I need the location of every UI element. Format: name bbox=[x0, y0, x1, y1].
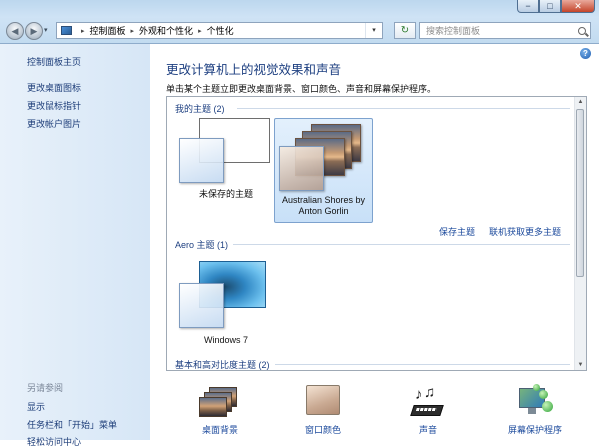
help-icon[interactable]: ? bbox=[580, 48, 591, 59]
screen-saver-icon bbox=[519, 384, 553, 420]
window-color-swatch bbox=[279, 146, 324, 191]
refresh-button[interactable]: ↻ bbox=[394, 22, 416, 39]
title-bar: − □ ✕ ◀ ▶ ▾ ▸ 控制面板 ▸ 外观和个性化 ▸ 个性化 ▾ ↻ 搜索… bbox=[0, 0, 599, 44]
window-color-swatch bbox=[179, 138, 224, 183]
screen-saver-button[interactable]: 屏幕保护程序 bbox=[500, 384, 570, 440]
minimize-button[interactable]: − bbox=[517, 0, 539, 13]
window-color-label[interactable]: 窗口颜色 bbox=[288, 423, 358, 436]
sidebar-item-mouse-pointer[interactable]: 更改鼠标指针 bbox=[27, 99, 81, 112]
screen-saver-label[interactable]: 屏幕保护程序 bbox=[500, 423, 570, 436]
vertical-scrollbar[interactable]: ▲ ▼ bbox=[574, 97, 586, 370]
back-arrow-icon: ◀ bbox=[11, 25, 19, 36]
main-content: ? 更改计算机上的视觉效果和声音 单击某个主题立即更改桌面背景、窗口颜色、声音和… bbox=[150, 44, 599, 440]
theme-australian-shores[interactable]: Australian Shores by Anton Gorlin bbox=[274, 118, 373, 223]
sounds-label[interactable]: 声音 bbox=[393, 423, 463, 436]
desktop-background-label[interactable]: 桌面背景 bbox=[185, 423, 255, 436]
recent-pages-dropdown[interactable]: ▾ bbox=[44, 26, 48, 34]
sidebar-item-taskbar[interactable]: 任务栏和「开始」菜单 bbox=[27, 418, 117, 431]
group-basic-themes: 基本和高对比度主题 (2) bbox=[175, 360, 270, 370]
forward-arrow-icon: ▶ bbox=[30, 25, 38, 36]
page-title: 更改计算机上的视觉效果和声音 bbox=[166, 63, 342, 77]
search-placeholder: 搜索控制面板 bbox=[426, 26, 481, 36]
theme-list: 我的主题 (2) 未保存的主题 Australian Shores by Ant… bbox=[166, 96, 587, 371]
get-more-themes-link[interactable]: 联机获取更多主题 bbox=[489, 225, 561, 238]
sidebar-item-account-picture[interactable]: 更改帐户图片 bbox=[27, 117, 81, 130]
task-pane: 控制面板主页 更改桌面图标 更改鼠标指针 更改帐户图片 另请参阅 显示 任务栏和… bbox=[0, 44, 150, 447]
theme-name-line2: Anton Gorlin bbox=[298, 206, 349, 216]
refresh-icon: ↻ bbox=[400, 25, 410, 36]
back-button[interactable]: ◀ bbox=[6, 22, 24, 40]
chevron-right-icon[interactable]: ▸ bbox=[81, 27, 85, 35]
sidebar-item-desktop-icons[interactable]: 更改桌面图标 bbox=[27, 81, 81, 94]
scrollbar-thumb[interactable] bbox=[576, 109, 584, 277]
window-controls: − □ ✕ bbox=[517, 0, 595, 14]
group-divider bbox=[233, 244, 570, 245]
sidebar-item-ease-of-access[interactable]: 轻松访问中心 bbox=[27, 435, 81, 448]
close-button[interactable]: ✕ bbox=[561, 0, 595, 13]
sidebar-item-display[interactable]: 显示 bbox=[27, 400, 45, 413]
theme-name: 未保存的主题 bbox=[198, 189, 253, 199]
group-my-themes: 我的主题 (2) bbox=[175, 104, 225, 114]
address-dropdown-button[interactable]: ▾ bbox=[365, 23, 382, 38]
scroll-down-arrow-icon[interactable]: ▼ bbox=[575, 360, 586, 370]
see-also-heading: 另请参阅 bbox=[27, 383, 64, 393]
sidebar-item-home[interactable]: 控制面板主页 bbox=[27, 55, 81, 68]
sounds-button[interactable]: ♪ ♫ 声音 bbox=[393, 385, 463, 440]
window-color-button[interactable]: 窗口颜色 bbox=[288, 385, 358, 440]
page-subtitle: 单击某个主题立即更改桌面背景、窗口颜色、声音和屏幕保护程序。 bbox=[166, 84, 437, 94]
group-divider bbox=[275, 364, 570, 365]
sounds-icon: ♪ ♫ bbox=[410, 385, 446, 417]
theme-name: Windows 7 bbox=[203, 335, 248, 345]
breadcrumb-control-panel[interactable]: 控制面板 bbox=[90, 24, 126, 37]
save-theme-link[interactable]: 保存主题 bbox=[439, 225, 475, 238]
scroll-up-arrow-icon[interactable]: ▲ bbox=[575, 97, 586, 107]
maximize-button[interactable]: □ bbox=[539, 0, 561, 13]
breadcrumb-personalization[interactable]: 个性化 bbox=[207, 24, 234, 37]
group-divider bbox=[237, 108, 570, 109]
chevron-right-icon[interactable]: ▸ bbox=[198, 27, 202, 35]
window-color-swatch bbox=[179, 283, 224, 328]
theme-name-line1: Australian Shores by bbox=[281, 195, 366, 205]
desktop-background-button[interactable]: 桌面背景 bbox=[185, 385, 255, 440]
address-bar[interactable]: ▸ 控制面板 ▸ 外观和个性化 ▸ 个性化 ▾ bbox=[56, 22, 383, 39]
control-panel-icon bbox=[61, 26, 72, 35]
breadcrumb-appearance[interactable]: 外观和个性化 bbox=[139, 24, 193, 37]
search-icon[interactable] bbox=[578, 26, 586, 35]
chevron-right-icon[interactable]: ▸ bbox=[131, 27, 135, 35]
forward-button[interactable]: ▶ bbox=[25, 22, 43, 40]
search-input[interactable]: 搜索控制面板 bbox=[419, 22, 591, 39]
group-aero-themes: Aero 主题 (1) bbox=[175, 240, 229, 250]
desktop-background-icon bbox=[199, 397, 227, 417]
window-color-icon bbox=[306, 385, 340, 415]
